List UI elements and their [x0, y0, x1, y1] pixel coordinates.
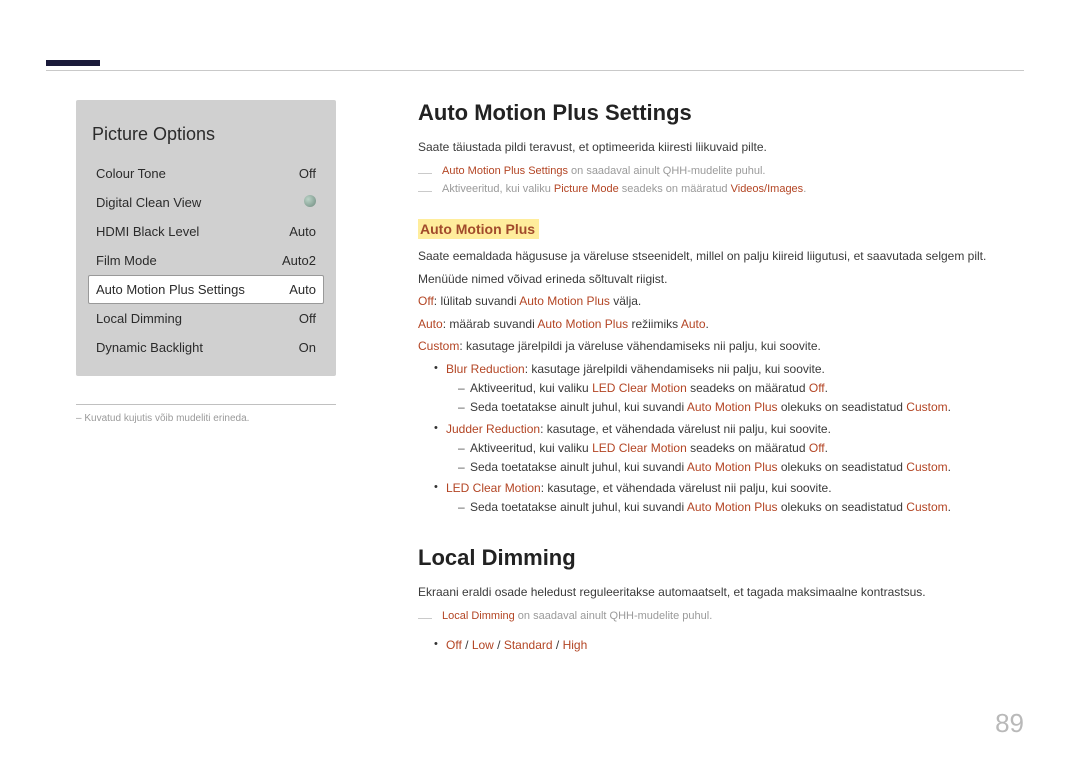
menu-row-value: Off: [299, 311, 316, 326]
bullet-judder-reduction: Judder Reduction: kasutage, et vähendada…: [434, 420, 1024, 478]
menu-row-auto-motion-plus-settings[interactable]: Auto Motion Plus Settings Auto: [88, 275, 324, 304]
menu-row-value: Auto2: [282, 253, 316, 268]
menu-row-label: Local Dimming: [96, 311, 182, 326]
led-sub-support: Seda toetatakse ainult juhul, kui suvand…: [458, 498, 1024, 517]
menu-row-label: HDMI Black Level: [96, 224, 199, 239]
menu-row-label: Auto Motion Plus Settings: [96, 282, 245, 297]
amp-para2: Menüüde nimed võivad erineda sõltuvalt r…: [418, 270, 1024, 289]
menu-row-label: Digital Clean View: [96, 195, 201, 210]
heading-auto-motion-plus-settings: Auto Motion Plus Settings: [418, 100, 1024, 126]
menu-row-label: Film Mode: [96, 253, 157, 268]
menu-row-film-mode[interactable]: Film Mode Auto2: [88, 246, 324, 275]
bullet-led-clear-motion: LED Clear Motion: kasutage, et vähendada…: [434, 479, 1024, 517]
dash-icon: ―: [418, 181, 436, 199]
subheading-auto-motion-plus: Auto Motion Plus: [418, 219, 539, 239]
menu-row-label: Dynamic Backlight: [96, 340, 203, 355]
heading-local-dimming: Local Dimming: [418, 545, 1024, 571]
amp-custom-line: Custom: kasutage järelpildi ja väreluse …: [418, 337, 1024, 356]
menu-row-local-dimming[interactable]: Local Dimming Off: [88, 304, 324, 333]
menu-row-hdmi-black-level[interactable]: HDMI Black Level Auto: [88, 217, 324, 246]
menu-row-dynamic-backlight[interactable]: Dynamic Backlight On: [88, 333, 324, 362]
intro-text: Saate täiustada pildi teravust, et optim…: [418, 138, 1024, 157]
ld-intro: Ekraani eraldi osade heledust reguleerit…: [418, 583, 1024, 602]
menu-row-value: On: [299, 340, 316, 355]
menu-title: Picture Options: [92, 124, 324, 145]
footnote-separator: [76, 404, 336, 405]
note-activation: ― Aktiveeritud, kui valiku Picture Mode …: [418, 181, 1024, 199]
blur-sub-activation: Aktiveeritud, kui valiku LED Clear Motio…: [458, 379, 1024, 398]
menu-row-value: Off: [299, 166, 316, 181]
blur-sub-support: Seda toetatakse ainult juhul, kui suvand…: [458, 398, 1024, 417]
page-number: 89: [995, 708, 1024, 739]
menu-row-label: Colour Tone: [96, 166, 166, 181]
chapter-tab-mark: [46, 60, 100, 66]
amp-off-line: Off: lülitab suvandi Auto Motion Plus vä…: [418, 292, 1024, 311]
menu-row-value: Auto: [289, 224, 316, 239]
amp-para1: Saate eemaldada hägususe ja väreluse sts…: [418, 247, 1024, 266]
bullet-blur-reduction: Blur Reduction: kasutage järelpildi vähe…: [434, 360, 1024, 418]
judder-sub-activation: Aktiveeritud, kui valiku LED Clear Motio…: [458, 439, 1024, 458]
amp-auto-line: Auto: määrab suvandi Auto Motion Plus re…: [418, 315, 1024, 334]
menu-preview-box: Picture Options Colour Tone Off Digital …: [76, 100, 336, 376]
menu-row-value: Auto: [289, 282, 316, 297]
menu-row-digital-clean-view[interactable]: Digital Clean View: [88, 188, 324, 217]
judder-sub-support: Seda toetatakse ainult juhul, kui suvand…: [458, 458, 1024, 477]
ld-options: Off / Low / Standard / High: [434, 636, 1024, 655]
note-ld-availability: ― Local Dimming on saadaval ainult QHH-m…: [418, 608, 1024, 626]
menu-row-colour-tone[interactable]: Colour Tone Off: [88, 159, 324, 188]
note-availability: ― Auto Motion Plus Settings on saadaval …: [418, 163, 1024, 181]
dash-icon: ―: [418, 608, 436, 626]
image-disclaimer-footnote: Kuvatud kujutis võib mudeliti erineda.: [76, 413, 346, 424]
dash-icon: ―: [418, 163, 436, 181]
toggle-dot-icon: [304, 195, 316, 207]
menu-row-value: [304, 195, 316, 210]
top-rule: [46, 70, 1024, 71]
